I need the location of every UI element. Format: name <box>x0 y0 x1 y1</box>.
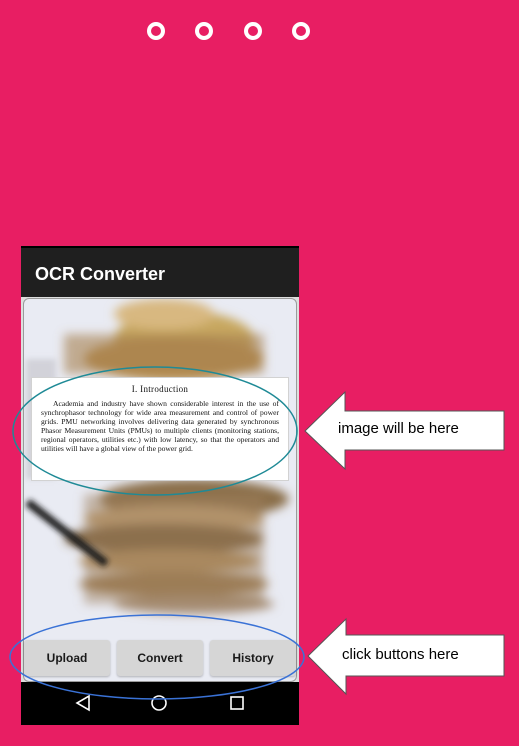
page-dot[interactable] <box>195 22 213 40</box>
document-heading: I. Introduction <box>131 384 189 394</box>
buttons-callout-label: click buttons here <box>342 646 459 663</box>
system-navigation-bar <box>21 682 299 725</box>
image-callout-label: image will be here <box>338 420 459 437</box>
button-bar: Upload Convert History <box>21 640 299 680</box>
convert-button[interactable]: Convert <box>117 640 203 676</box>
document-snippet: I. Introduction Academia and industry ha… <box>31 377 289 481</box>
history-button[interactable]: History <box>210 640 296 676</box>
page-dot[interactable] <box>147 22 165 40</box>
app-title: OCR Converter <box>35 264 166 284</box>
app-bar: OCR Converter <box>21 246 299 297</box>
page-dot[interactable] <box>244 22 262 40</box>
upload-button[interactable]: Upload <box>24 640 110 676</box>
page-indicator <box>147 22 317 42</box>
recents-square-icon[interactable] <box>228 694 246 712</box>
document-photo <box>25 299 289 614</box>
back-triangle-icon[interactable] <box>74 694 92 712</box>
image-preview: I. Introduction Academia and industry ha… <box>23 298 297 682</box>
home-circle-icon[interactable] <box>150 694 168 712</box>
page-dot[interactable] <box>292 22 310 40</box>
document-body: Academia and industry have shown conside… <box>41 399 279 454</box>
phone-mockup: OCR Converter I. Introduction Academia a… <box>21 246 299 725</box>
